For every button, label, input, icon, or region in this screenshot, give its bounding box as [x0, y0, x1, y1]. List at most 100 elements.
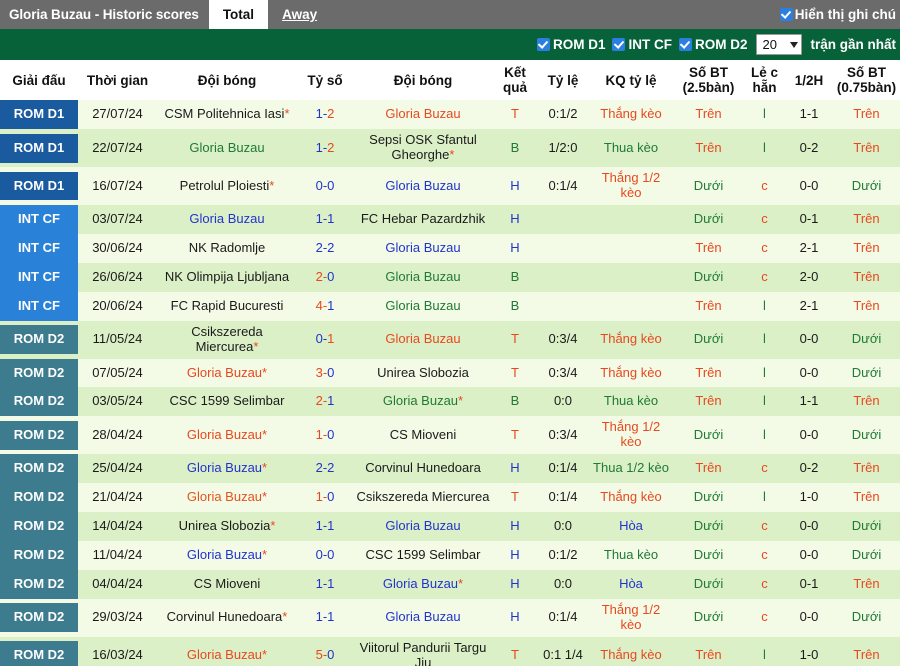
away-team[interactable]: Gloria Buzau: [353, 320, 493, 359]
filter-rom-d2-checkbox[interactable]: [678, 38, 692, 51]
league-badge-cell[interactable]: ROM D2: [0, 570, 78, 599]
away-team[interactable]: Corvinul Hunedoara: [353, 454, 493, 484]
home-team[interactable]: NK Olimpija Ljubljana: [157, 262, 297, 292]
show-notes-group[interactable]: Hiển thị ghi chú: [779, 0, 900, 29]
tab-total[interactable]: Total: [208, 0, 269, 29]
table-row[interactable]: ROM D2 07/05/24 Gloria Buzau* 3-0 Unirea Slo…: [0, 358, 900, 388]
table-row[interactable]: ROM D2 14/04/24 Unirea Slobozia* 1-1 Gloria …: [0, 512, 900, 542]
match-score[interactable]: 5-0: [297, 636, 353, 666]
table-row[interactable]: ROM D2 21/04/24 Gloria Buzau* 1-0 Csikszered…: [0, 483, 900, 513]
table-row[interactable]: ROM D1 27/07/24 CSM Politehnica Iasi* 1-2 Gl…: [0, 100, 900, 130]
table-row[interactable]: INT CF 20/06/24 FC Rapid Bucuresti 4-1 Glori…: [0, 291, 900, 321]
home-team[interactable]: Gloria Buzau*: [157, 454, 297, 484]
match-count-select[interactable]: 20: [756, 34, 803, 55]
away-team[interactable]: Csikszereda Miercurea: [353, 483, 493, 513]
match-score[interactable]: 0-0: [297, 167, 353, 205]
away-team[interactable]: CSC 1599 Selimbar: [353, 541, 493, 571]
table-row[interactable]: ROM D2 16/03/24 Gloria Buzau* 5-0 Viitorul P…: [0, 636, 900, 666]
home-team[interactable]: Petrolul Ploiesti*: [157, 167, 297, 205]
table-row[interactable]: ROM D2 03/05/24 CSC 1599 Selimbar 2-1 Gloria…: [0, 387, 900, 417]
home-team[interactable]: FC Rapid Bucuresti: [157, 291, 297, 321]
match-score[interactable]: 1-1: [297, 512, 353, 542]
home-team[interactable]: Gloria Buzau*: [157, 636, 297, 666]
table-row[interactable]: ROM D2 28/04/24 Gloria Buzau* 1-0 CS Mioveni…: [0, 416, 900, 455]
home-team[interactable]: NK Radomlje: [157, 233, 297, 263]
filter-int-cf[interactable]: INT CF: [612, 37, 672, 52]
home-team[interactable]: CSC 1599 Selimbar: [157, 387, 297, 417]
match-score[interactable]: 2-2: [297, 454, 353, 484]
match-score[interactable]: 1-0: [297, 416, 353, 455]
match-score[interactable]: 0-1: [297, 320, 353, 359]
filter-rom-d1-checkbox[interactable]: [536, 38, 550, 51]
home-team[interactable]: Gloria Buzau*: [157, 416, 297, 455]
table-row[interactable]: ROM D2 11/05/24 Csikszereda Miercurea* 0-1 G…: [0, 320, 900, 359]
home-team[interactable]: Corvinul Hunedoara*: [157, 598, 297, 637]
away-team[interactable]: Gloria Buzau: [353, 262, 493, 292]
league-badge-cell[interactable]: ROM D2: [0, 416, 78, 455]
away-team[interactable]: Gloria Buzau: [353, 100, 493, 130]
table-row[interactable]: ROM D2 11/04/24 Gloria Buzau* 0-0 CSC 1599 S…: [0, 541, 900, 571]
league-badge-cell[interactable]: ROM D1: [0, 129, 78, 168]
table-row[interactable]: INT CF 03/07/24 Gloria Buzau 1-1 FC Hebar Pa…: [0, 204, 900, 234]
away-team[interactable]: Sepsi OSK Sfantul Gheorghe*: [353, 129, 493, 168]
match-score[interactable]: 1-1: [297, 204, 353, 234]
table-row[interactable]: ROM D1 16/07/24 Petrolul Ploiesti* 0-0 Glori…: [0, 167, 900, 205]
filter-rom-d1[interactable]: ROM D1: [536, 37, 605, 52]
league-badge-cell[interactable]: ROM D2: [0, 636, 78, 666]
away-team[interactable]: Gloria Buzau*: [353, 570, 493, 599]
table-row[interactable]: INT CF 30/06/24 NK Radomlje 2-2 Gloria Buzau…: [0, 233, 900, 263]
league-badge-cell[interactable]: INT CF: [0, 233, 78, 263]
away-team[interactable]: Gloria Buzau: [353, 291, 493, 321]
home-team[interactable]: Gloria Buzau: [157, 129, 297, 168]
table-row[interactable]: ROM D2 25/04/24 Gloria Buzau* 2-2 Corvinul H…: [0, 454, 900, 484]
away-team[interactable]: Gloria Buzau: [353, 512, 493, 542]
home-team[interactable]: Gloria Buzau*: [157, 483, 297, 513]
match-score[interactable]: 0-0: [297, 541, 353, 571]
tab-away[interactable]: Away: [268, 0, 331, 29]
table-row[interactable]: ROM D1 22/07/24 Gloria Buzau 1-2 Sepsi OSK S…: [0, 129, 900, 168]
home-team[interactable]: Csikszereda Miercurea*: [157, 320, 297, 359]
filter-int-cf-checkbox[interactable]: [612, 38, 626, 51]
league-badge-cell[interactable]: ROM D1: [0, 100, 78, 130]
home-team[interactable]: Gloria Buzau: [157, 204, 297, 234]
table-row[interactable]: INT CF 26/06/24 NK Olimpija Ljubljana 2-0 Gl…: [0, 262, 900, 292]
match-score[interactable]: 1-1: [297, 598, 353, 637]
home-team[interactable]: Gloria Buzau*: [157, 541, 297, 571]
league-badge-cell[interactable]: ROM D2: [0, 320, 78, 359]
away-team[interactable]: FC Hebar Pazardzhik: [353, 204, 493, 234]
league-badge-cell[interactable]: ROM D2: [0, 387, 78, 417]
league-badge-cell[interactable]: INT CF: [0, 204, 78, 234]
away-team[interactable]: Viitorul Pandurii Targu Jiu: [353, 636, 493, 666]
match-score[interactable]: 3-0: [297, 358, 353, 388]
match-score[interactable]: 4-1: [297, 291, 353, 321]
match-score[interactable]: 2-1: [297, 387, 353, 417]
filter-rom-d2[interactable]: ROM D2: [678, 37, 747, 52]
match-score[interactable]: 1-2: [297, 100, 353, 130]
match-score[interactable]: 2-0: [297, 262, 353, 292]
league-badge-cell[interactable]: INT CF: [0, 291, 78, 321]
home-team[interactable]: CS Mioveni: [157, 570, 297, 599]
league-badge-cell[interactable]: ROM D2: [0, 454, 78, 484]
home-team[interactable]: Unirea Slobozia*: [157, 512, 297, 542]
league-badge-cell[interactable]: INT CF: [0, 262, 78, 292]
home-team[interactable]: Gloria Buzau*: [157, 358, 297, 388]
away-team[interactable]: Gloria Buzau: [353, 598, 493, 637]
league-badge-cell[interactable]: ROM D2: [0, 358, 78, 388]
away-team[interactable]: Unirea Slobozia: [353, 358, 493, 388]
league-badge-cell[interactable]: ROM D2: [0, 483, 78, 513]
table-row[interactable]: ROM D2 04/04/24 CS Mioveni 1-1 Gloria Buzau*…: [0, 570, 900, 599]
away-team[interactable]: Gloria Buzau*: [353, 387, 493, 417]
home-team[interactable]: CSM Politehnica Iasi*: [157, 100, 297, 130]
match-score[interactable]: 1-0: [297, 483, 353, 513]
away-team[interactable]: Gloria Buzau: [353, 167, 493, 205]
away-team[interactable]: CS Mioveni: [353, 416, 493, 455]
match-score[interactable]: 2-2: [297, 233, 353, 263]
league-badge-cell[interactable]: ROM D1: [0, 167, 78, 205]
show-notes-checkbox[interactable]: [779, 8, 793, 21]
league-badge-cell[interactable]: ROM D2: [0, 598, 78, 637]
league-badge-cell[interactable]: ROM D2: [0, 541, 78, 571]
league-badge-cell[interactable]: ROM D2: [0, 512, 78, 542]
match-score[interactable]: 1-1: [297, 570, 353, 599]
match-score[interactable]: 1-2: [297, 129, 353, 168]
away-team[interactable]: Gloria Buzau: [353, 233, 493, 263]
